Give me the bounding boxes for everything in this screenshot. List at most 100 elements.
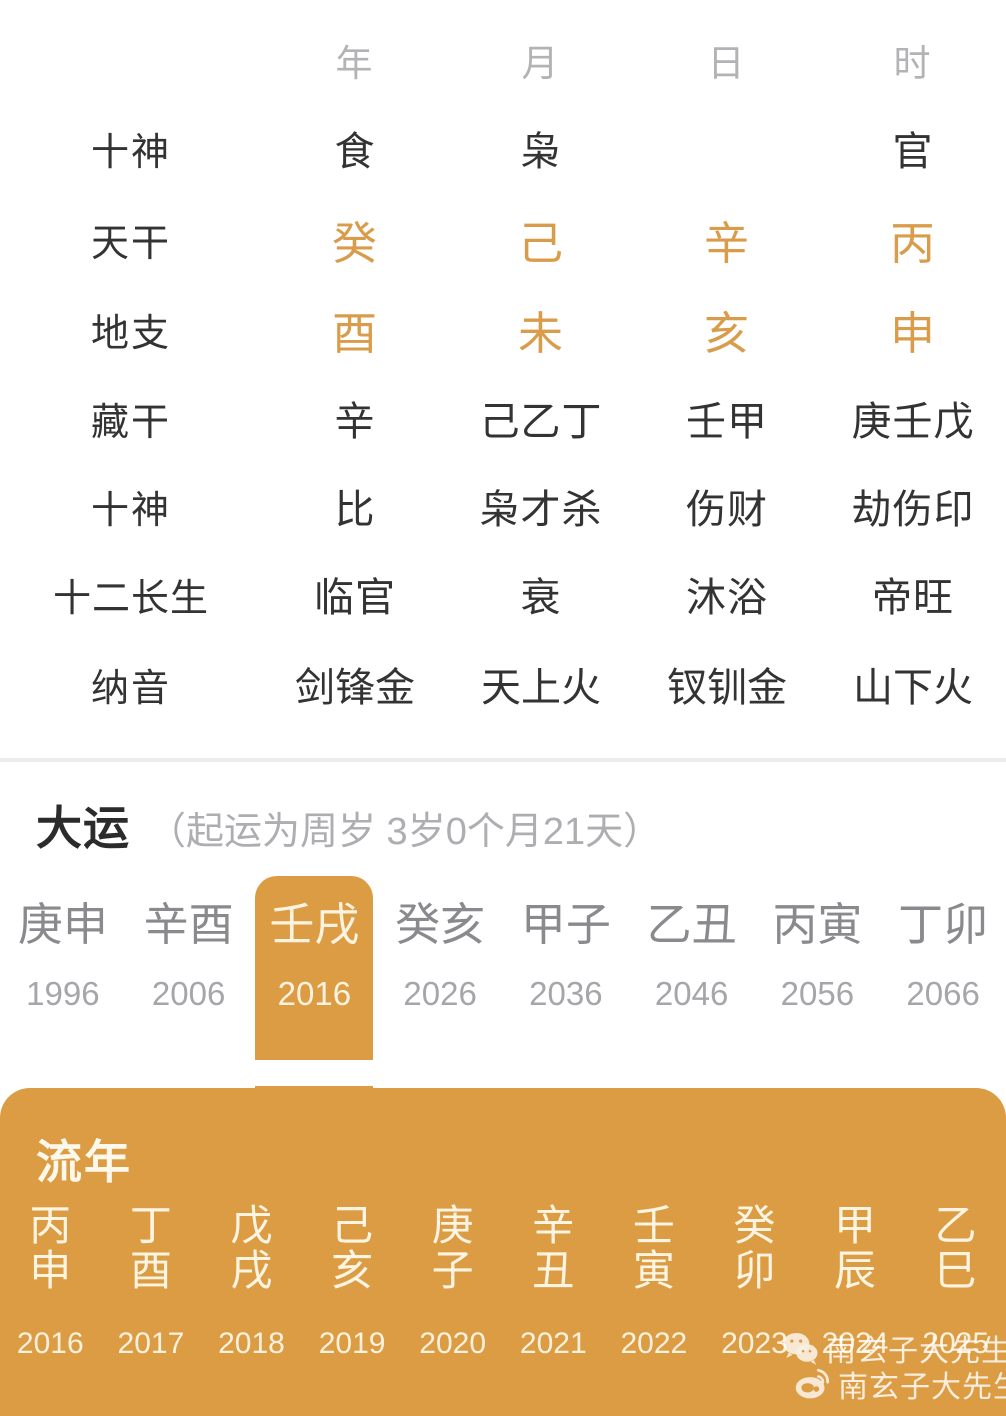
- dayun-item-2-selected[interactable]: 壬戌 2016: [229, 876, 400, 1132]
- dayun-year-6: 2056: [780, 975, 855, 1012]
- liunian-item-1[interactable]: 丁 酉 2017: [101, 1203, 202, 1361]
- table-row-shishen-hidden: 十神 比 枭才杀 伤财 劫伤印: [0, 462, 1006, 550]
- liunian-panel: 流年 丙 申 2016 丁 酉 2017 戊 戌 2018 己 亥 2019 庚…: [0, 1088, 1006, 1416]
- shishen-hidden-day: 伤财: [686, 488, 768, 532]
- table-row-hidden-stems: 藏干 辛 己乙丁 壬甲 庚壬戊: [0, 374, 1006, 462]
- dayun-item-4[interactable]: 甲子 2036: [503, 890, 629, 1090]
- dayun-item-1[interactable]: 辛酉 2006: [126, 890, 252, 1090]
- shishen-hidden-month: 枭才杀: [479, 488, 603, 532]
- heavenly-stem-day: 辛: [703, 217, 750, 269]
- hidden-stems-month: 己乙丁: [479, 400, 603, 444]
- liunian-branch-7: 卯: [733, 1246, 776, 1294]
- liunian-branch-0: 申: [29, 1246, 72, 1294]
- liunian-item-5[interactable]: 辛 丑 2021: [503, 1202, 604, 1359]
- liunian-branch-8: 辰: [834, 1246, 877, 1294]
- column-header-day: 日: [707, 43, 747, 84]
- nayin-hour: 山下火: [853, 666, 973, 710]
- dayun-title: 大运: [36, 802, 130, 854]
- liunian-branch-4: 子: [431, 1246, 474, 1294]
- shishen-stem-year: 食: [334, 130, 376, 174]
- liunian-item-8[interactable]: 甲 辰 2024: [805, 1203, 906, 1361]
- liunian-stem-4: 庚: [431, 1202, 474, 1249]
- twelve-stage-year: 临官: [314, 576, 396, 620]
- pillar-table-header-row: 年 月 日 时: [0, 18, 1006, 102]
- liunian-year-6: 2022: [620, 1327, 688, 1361]
- shishen-stem-hour: 官: [892, 130, 934, 174]
- nayin-month: 天上火: [481, 666, 601, 710]
- table-row-shishen-stem: 十神 食 枭 官: [0, 102, 1006, 194]
- twelve-stage-month: 衰: [520, 576, 562, 620]
- liunian-branch-9: 巳: [934, 1246, 977, 1294]
- liunian-year-0: 2016: [16, 1327, 84, 1361]
- liunian-item-7[interactable]: 癸 卯 2023: [704, 1202, 805, 1361]
- dayun-item-6[interactable]: 丙寅 2056: [755, 890, 881, 1090]
- shishen-stem-month: 枭: [520, 130, 562, 174]
- liunian-year-7: 2023: [721, 1327, 788, 1361]
- column-header-year: 年: [335, 43, 375, 84]
- liunian-item-2[interactable]: 戊 戌 2018: [201, 1202, 302, 1361]
- shishen-hidden-hour: 劫伤印: [851, 488, 975, 532]
- dayun-ganzhi-7: 丁卯: [898, 899, 989, 950]
- earthly-branch-hour: 申: [889, 307, 936, 359]
- liunian-year-8: 2024: [821, 1327, 889, 1361]
- liunian-branch-3: 亥: [331, 1246, 374, 1294]
- dayun-year-4: 2036: [529, 975, 603, 1012]
- column-header-month: 月: [521, 43, 561, 84]
- dayun-heading: 大运 （起运为周岁 3岁0个月21天）: [36, 792, 661, 858]
- liunian-stem-6: 壬: [632, 1202, 675, 1249]
- earthly-branch-year: 酉: [331, 307, 378, 359]
- dayun-item-3[interactable]: 癸亥 2026: [377, 890, 503, 1090]
- twelve-stage-day: 沐浴: [686, 576, 768, 620]
- shishen-hidden-year: 比: [334, 488, 376, 532]
- table-row-nayin: 纳音 剑锋金 天上火 钗钏金 山下火: [0, 638, 1006, 730]
- dayun-grid: 庚申 1996 辛酉 2006 壬戌 2016 癸亥 2026 甲子 2036: [0, 876, 1006, 1132]
- dayun-item-7[interactable]: 丁卯 2066: [880, 890, 1006, 1090]
- row-label-earthly-branches: 地支: [90, 312, 171, 355]
- liunian-year-1: 2017: [117, 1327, 185, 1361]
- dayun-ganzhi-0: 庚申: [17, 899, 108, 950]
- dayun-selected-connector: [229, 1086, 400, 1132]
- liunian-branch-6: 寅: [632, 1246, 675, 1294]
- liunian-branch-5: 丑: [532, 1246, 575, 1294]
- liunian-year-4: 2020: [419, 1327, 487, 1361]
- liunian-year-2: 2018: [218, 1327, 285, 1361]
- liunian-grid: 丙 申 2016 丁 酉 2017 戊 戌 2018 己 亥 2019 庚 子 …: [0, 1202, 1006, 1361]
- dayun-year-5: 2046: [654, 975, 729, 1012]
- dayun-ganzhi-3: 癸亥: [395, 899, 486, 950]
- liunian-stem-7: 癸: [733, 1202, 776, 1249]
- column-header-hour: 时: [893, 43, 933, 84]
- table-row-heavenly-stems: 天干 癸 己 辛 丙: [0, 194, 1006, 284]
- hidden-stems-year: 辛: [334, 400, 376, 444]
- liunian-item-4[interactable]: 庚 子 2020: [402, 1202, 503, 1361]
- dayun-ganzhi-5: 乙丑: [646, 899, 737, 950]
- dayun-year-2: 2016: [277, 975, 352, 1012]
- liunian-year-3: 2019: [318, 1327, 386, 1361]
- dayun-year-3: 2026: [403, 975, 477, 1012]
- liunian-stem-0: 丙: [29, 1202, 72, 1249]
- heavenly-stem-month: 己: [517, 217, 564, 269]
- row-label-shishen-stem: 十神: [90, 131, 171, 174]
- earthly-branch-day: 亥: [703, 307, 750, 359]
- dayun-ganzhi-2: 壬戌: [269, 899, 360, 950]
- liunian-branch-1: 酉: [129, 1246, 172, 1294]
- liunian-item-9[interactable]: 乙 巳 2025: [905, 1202, 1006, 1361]
- dayun-year-1: 2006: [151, 975, 226, 1012]
- heavenly-stem-hour: 丙: [889, 217, 936, 269]
- liunian-branch-2: 戌: [230, 1246, 273, 1294]
- nayin-day: 钗钏金: [667, 666, 787, 710]
- dayun-subtitle: （起运为周岁 3岁0个月21天）: [148, 811, 662, 853]
- dayun-item-0[interactable]: 庚申 1996: [0, 890, 126, 1090]
- dayun-item-5[interactable]: 乙丑 2046: [629, 890, 755, 1090]
- dayun-year-0: 1996: [26, 975, 100, 1012]
- nayin-year: 剑锋金: [295, 666, 415, 710]
- row-label-hidden-stems: 藏干: [90, 401, 171, 444]
- liunian-item-3[interactable]: 己 亥 2019: [302, 1203, 403, 1361]
- earthly-branch-month: 未: [517, 307, 564, 359]
- liunian-stem-5: 辛: [532, 1202, 575, 1249]
- liunian-year-9: 2025: [922, 1327, 990, 1361]
- liunian-stem-2: 戊: [230, 1202, 273, 1249]
- liunian-stem-9: 乙: [934, 1202, 977, 1249]
- liunian-item-0[interactable]: 丙 申 2016: [0, 1202, 101, 1361]
- liunian-item-6[interactable]: 壬 寅 2022: [604, 1202, 705, 1361]
- row-label-twelve-stages: 十二长生: [52, 577, 209, 620]
